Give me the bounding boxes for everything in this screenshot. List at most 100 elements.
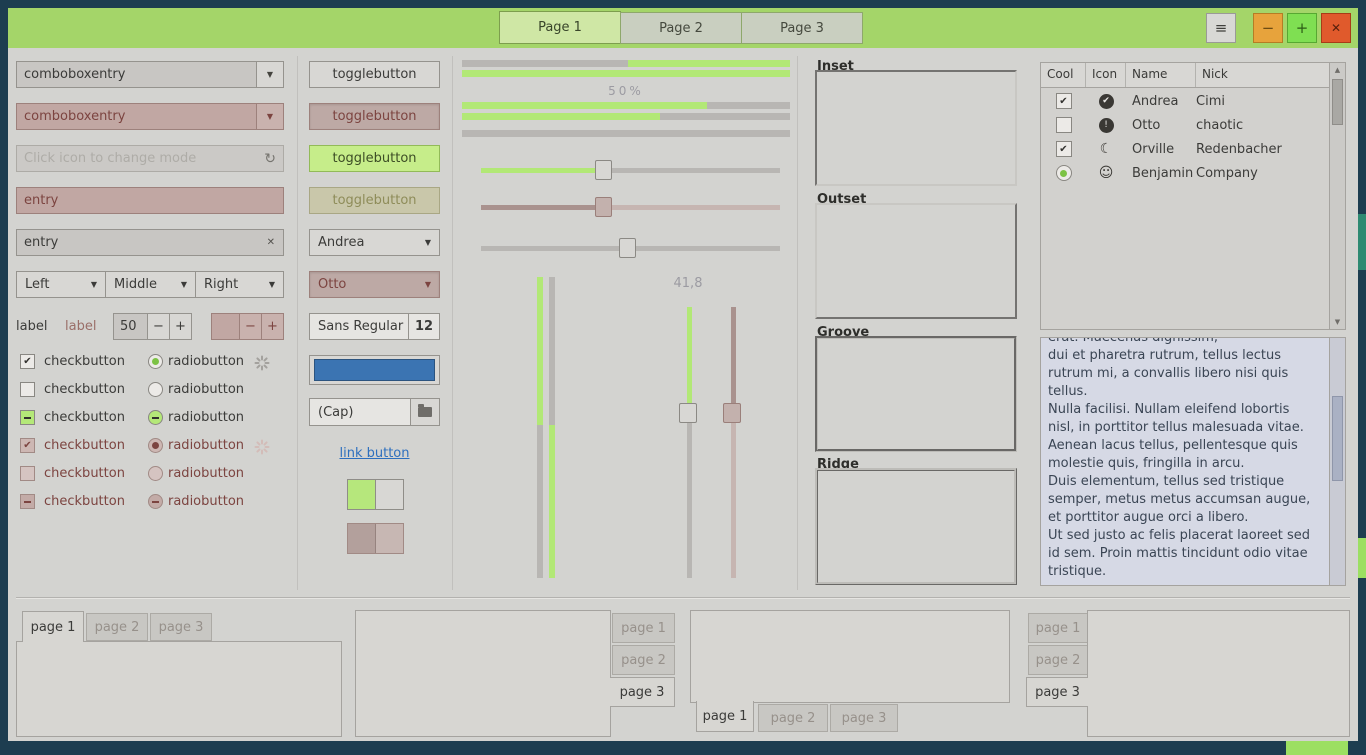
comboboxentry-dropdown-button[interactable]: ▼ (256, 62, 283, 87)
switch-knob[interactable] (375, 480, 403, 509)
progressbar-60 (462, 113, 790, 120)
menu-button[interactable]: ≡ (1206, 13, 1236, 43)
notebook-top-tab-page3[interactable]: page 3 (150, 613, 212, 641)
dropdown-left[interactable]: Left ▼ (16, 271, 106, 298)
notebook-top-tab-page2[interactable]: page 2 (86, 613, 148, 641)
table-row[interactable]: ✔ ✔ Andrea Cimi (1041, 89, 1330, 113)
notebook-right-tab-page1[interactable]: page 1 (612, 613, 675, 643)
titlebar-tab-page3[interactable]: Page 3 (741, 12, 863, 44)
togglebutton-active[interactable]: togglebutton (309, 145, 440, 172)
frame-outset (815, 203, 1017, 319)
file-chooser-button[interactable]: (Cap) (309, 398, 440, 426)
notebook-bottom-tab-page3[interactable]: page 3 (830, 704, 898, 732)
tab-label: page 1 (621, 621, 666, 636)
titlebar-tab-page1[interactable]: Page 1 (499, 11, 621, 44)
hscale-knob[interactable] (595, 160, 612, 180)
spinbutton-value[interactable]: 50 (114, 314, 147, 339)
link-button[interactable]: link button (339, 446, 409, 461)
textview[interactable]: erat. Maecenas dignissim,dui et pharetra… (1040, 337, 1346, 586)
togglebutton-label: togglebutton (332, 109, 416, 124)
notebook-right-tab-page2[interactable]: page 2 (612, 645, 675, 675)
close-button[interactable]: ✕ (1321, 13, 1351, 43)
tab-label: page 2 (95, 620, 140, 635)
desktop-accent-lime-right (1358, 538, 1366, 578)
entry-clearable[interactable]: entry ✕ (16, 229, 284, 256)
togglebutton-active-insensitive: togglebutton (309, 187, 440, 214)
notebook-right-tab-page3[interactable]: page 3 (610, 677, 675, 707)
checkbutton-unchecked[interactable] (20, 382, 35, 397)
font-button[interactable]: Sans Regular 12 (309, 313, 440, 340)
titlebar-tab-page2[interactable]: Page 2 (620, 12, 742, 44)
plus-icon: + (175, 319, 186, 334)
name-combobox[interactable]: Andrea ▼ (309, 229, 440, 256)
togglebutton-label: togglebutton (332, 151, 416, 166)
frame-ridge (815, 468, 1017, 585)
moon-icon: ☾ (1100, 142, 1113, 157)
comboboxentry[interactable]: comboboxentry ▼ (16, 61, 284, 88)
notebook-left-tab-page1[interactable]: page 1 (1028, 613, 1088, 643)
notebook-left-tab-page3[interactable]: page 3 (1026, 677, 1088, 707)
minimize-button[interactable]: − (1253, 13, 1283, 43)
radiobutton-mixed[interactable] (148, 410, 163, 425)
checkbutton-checked[interactable]: ✔ (20, 354, 35, 369)
table-row[interactable]: ! Otto chaotic (1041, 113, 1330, 137)
tab-label: page 1 (31, 620, 76, 635)
togglebutton-normal[interactable]: togglebutton (309, 61, 440, 88)
row-checkbox-unchecked[interactable] (1056, 117, 1072, 133)
entry-insensitive-value: entry (24, 193, 283, 208)
scrollbar-thumb[interactable] (1332, 79, 1343, 125)
close-icon: ✕ (1331, 21, 1341, 35)
table-row[interactable]: ✔ ☾ Orville Redenbacher (1041, 137, 1330, 161)
font-family-label: Sans Regular (310, 314, 408, 339)
maximize-button[interactable]: + (1287, 13, 1317, 43)
textview-text[interactable]: erat. Maecenas dignissim,dui et pharetra… (1048, 338, 1325, 583)
scroll-down-icon[interactable]: ▼ (1330, 318, 1345, 326)
row-checkbox-checked[interactable]: ✔ (1056, 141, 1072, 157)
notebook-left-tab-page2[interactable]: page 2 (1028, 645, 1088, 675)
comboboxentry-insensitive: comboboxentry ▼ (16, 103, 284, 130)
vscale-knob[interactable] (679, 403, 697, 423)
notebook-bottom-tab-page2[interactable]: page 2 (758, 704, 828, 732)
radiobutton-label[interactable]: radiobutton (168, 352, 244, 372)
radiobutton-unselected[interactable] (148, 382, 163, 397)
notebook-bottom-tab-page1[interactable]: page 1 (696, 701, 754, 732)
dropdown-middle[interactable]: Middle ▼ (105, 271, 196, 298)
vscale-insensitive-fill (731, 307, 736, 406)
spinbutton[interactable]: 50 − + (113, 313, 192, 340)
row-radio-selected[interactable] (1056, 165, 1072, 181)
spinbutton-increment[interactable]: + (169, 314, 191, 339)
hscale-plain-knob[interactable] (619, 238, 636, 258)
treeview[interactable]: Cool Icon Name Nick ✔ ✔ Andrea Cimi ! Ot… (1040, 62, 1346, 330)
notebook-top-tab-page1[interactable]: page 1 (22, 611, 84, 642)
row-checkbox-checked[interactable]: ✔ (1056, 93, 1072, 109)
scrollbar-thumb[interactable] (1332, 396, 1343, 481)
column-header-icon[interactable]: Icon (1086, 63, 1126, 87)
radiobutton-label[interactable]: radiobutton (168, 380, 244, 400)
file-chooser-open-segment[interactable] (410, 399, 439, 425)
switch-on[interactable] (347, 479, 404, 510)
table-row[interactable]: ☺ Benjamin Company (1041, 161, 1330, 185)
textview-scrollbar[interactable] (1329, 338, 1345, 585)
color-button[interactable] (309, 355, 440, 385)
clear-icon[interactable]: ✕ (267, 237, 275, 248)
column-header-name[interactable]: Name (1126, 63, 1196, 87)
check-icon: ✔ (1059, 144, 1067, 155)
scroll-up-icon[interactable]: ▲ (1330, 66, 1345, 74)
label-normal: label (16, 317, 47, 337)
radiobutton-selected[interactable] (148, 354, 163, 369)
dropdown-right[interactable]: Right ▼ (195, 271, 284, 298)
minimize-icon: − (1262, 19, 1275, 37)
refresh-icon[interactable]: ↻ (264, 151, 276, 167)
column-header-nick[interactable]: Nick (1196, 63, 1330, 87)
checkbutton-label[interactable]: checkbutton (44, 408, 125, 428)
name-combobox-insensitive-value: Otto (318, 277, 346, 292)
checkbutton-label[interactable]: checkbutton (44, 380, 125, 400)
widget-factory-window: Page 1 Page 2 Page 3 ≡ − + ✕ comboboxent… (0, 0, 1366, 755)
radiobutton-label[interactable]: radiobutton (168, 408, 244, 428)
column-header-cool[interactable]: Cool (1041, 63, 1086, 87)
treeview-scrollbar[interactable]: ▲ ▼ (1329, 63, 1345, 329)
spinbutton-decrement[interactable]: − (147, 314, 169, 339)
checkbutton-label[interactable]: checkbutton (44, 352, 125, 372)
checkbutton-mixed[interactable] (20, 410, 35, 425)
mode-entry: Click icon to change mode ↻ (16, 145, 284, 172)
